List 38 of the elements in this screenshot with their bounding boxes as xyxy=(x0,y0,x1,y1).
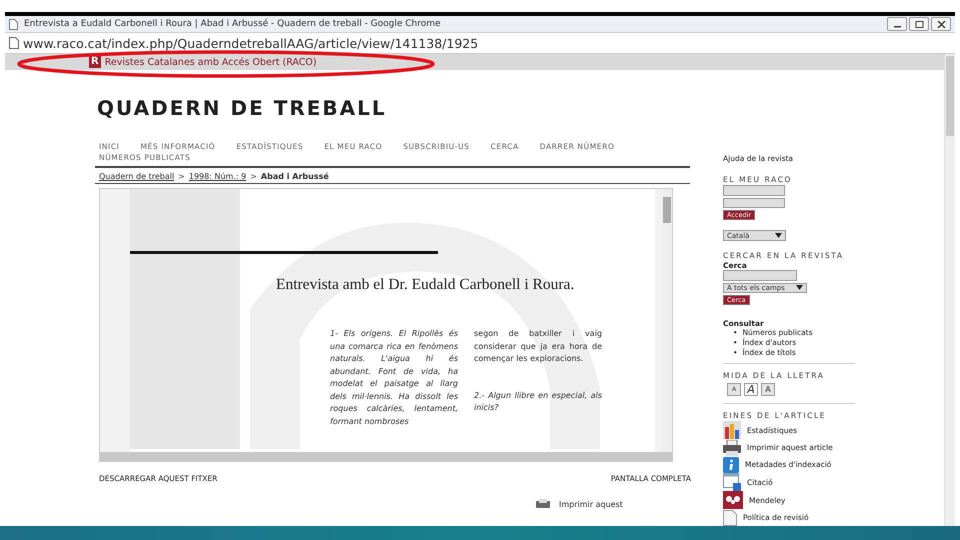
search-field[interactable] xyxy=(723,270,797,281)
scrollbar[interactable] xyxy=(662,189,672,452)
print-link[interactable]: Imprimir aquest xyxy=(559,500,623,508)
window-title: Entrevista a Eudald Carbonell i Roura | Abad i Arbussé - Quadern de treball - Google Chrome xyxy=(24,19,442,29)
page-icon xyxy=(9,37,19,49)
scrollbar[interactable] xyxy=(100,452,672,461)
info-icon xyxy=(723,456,739,473)
maximize-button[interactable] xyxy=(909,17,929,31)
document-icon xyxy=(723,510,737,526)
font-size-button[interactable]: A xyxy=(761,383,775,396)
breadcrumb-link[interactable]: 1998: Núm.: 9 xyxy=(188,172,246,181)
article-paragraph: 1- Els orígens. El Ripollès és una comarca rica en fenòmens naturals. L'aigua hi és abundant. Font de vida, ha modelat el paisatge al llarg dels mil·lennis. Ha dissolt les roques calcàries, lentament, formant nombroses xyxy=(330,328,458,428)
document-icon xyxy=(723,473,741,492)
maximize-icon xyxy=(914,20,924,28)
article-paragraph: 2.- Algun llibre en especial, als inicis? xyxy=(474,390,602,414)
url-field[interactable]: www.raco.cat/index.php/QuaderndetreballAAG/article/view/141138/1925 xyxy=(23,36,478,50)
journal-title: QUADERN DE TREBALL xyxy=(97,96,388,120)
breadcrumb-link[interactable]: Quadern de treball xyxy=(99,172,174,181)
breadcrumb-separator: > xyxy=(178,172,185,181)
minimize-button[interactable] xyxy=(887,17,907,31)
scrollbar[interactable] xyxy=(944,54,955,526)
printer-icon xyxy=(723,440,741,456)
site-logo[interactable]: R xyxy=(89,56,101,68)
close-button[interactable] xyxy=(931,17,951,31)
document-heading: Entrevista amb el Dr. Eudald Carbonell i Roura. xyxy=(276,276,576,294)
mendeley-icon xyxy=(723,491,743,510)
printer-icon xyxy=(535,499,551,509)
font-size-button[interactable]: A xyxy=(744,383,758,396)
bar-chart-icon xyxy=(723,421,741,440)
close-icon xyxy=(936,20,946,28)
username-field[interactable] xyxy=(723,185,785,196)
article-paragraph: segon de batxiller i vaig considerar que ja era hora de començar les exploracions. xyxy=(474,328,602,365)
caret-icon xyxy=(796,285,803,290)
breadcrumb-separator: > xyxy=(250,172,257,181)
password-field[interactable] xyxy=(723,198,785,208)
caret-icon xyxy=(775,233,782,238)
site-title-link[interactable]: Revistes Catalanes amb Accés Obert (RACO) xyxy=(104,56,317,68)
page-icon xyxy=(9,18,18,30)
